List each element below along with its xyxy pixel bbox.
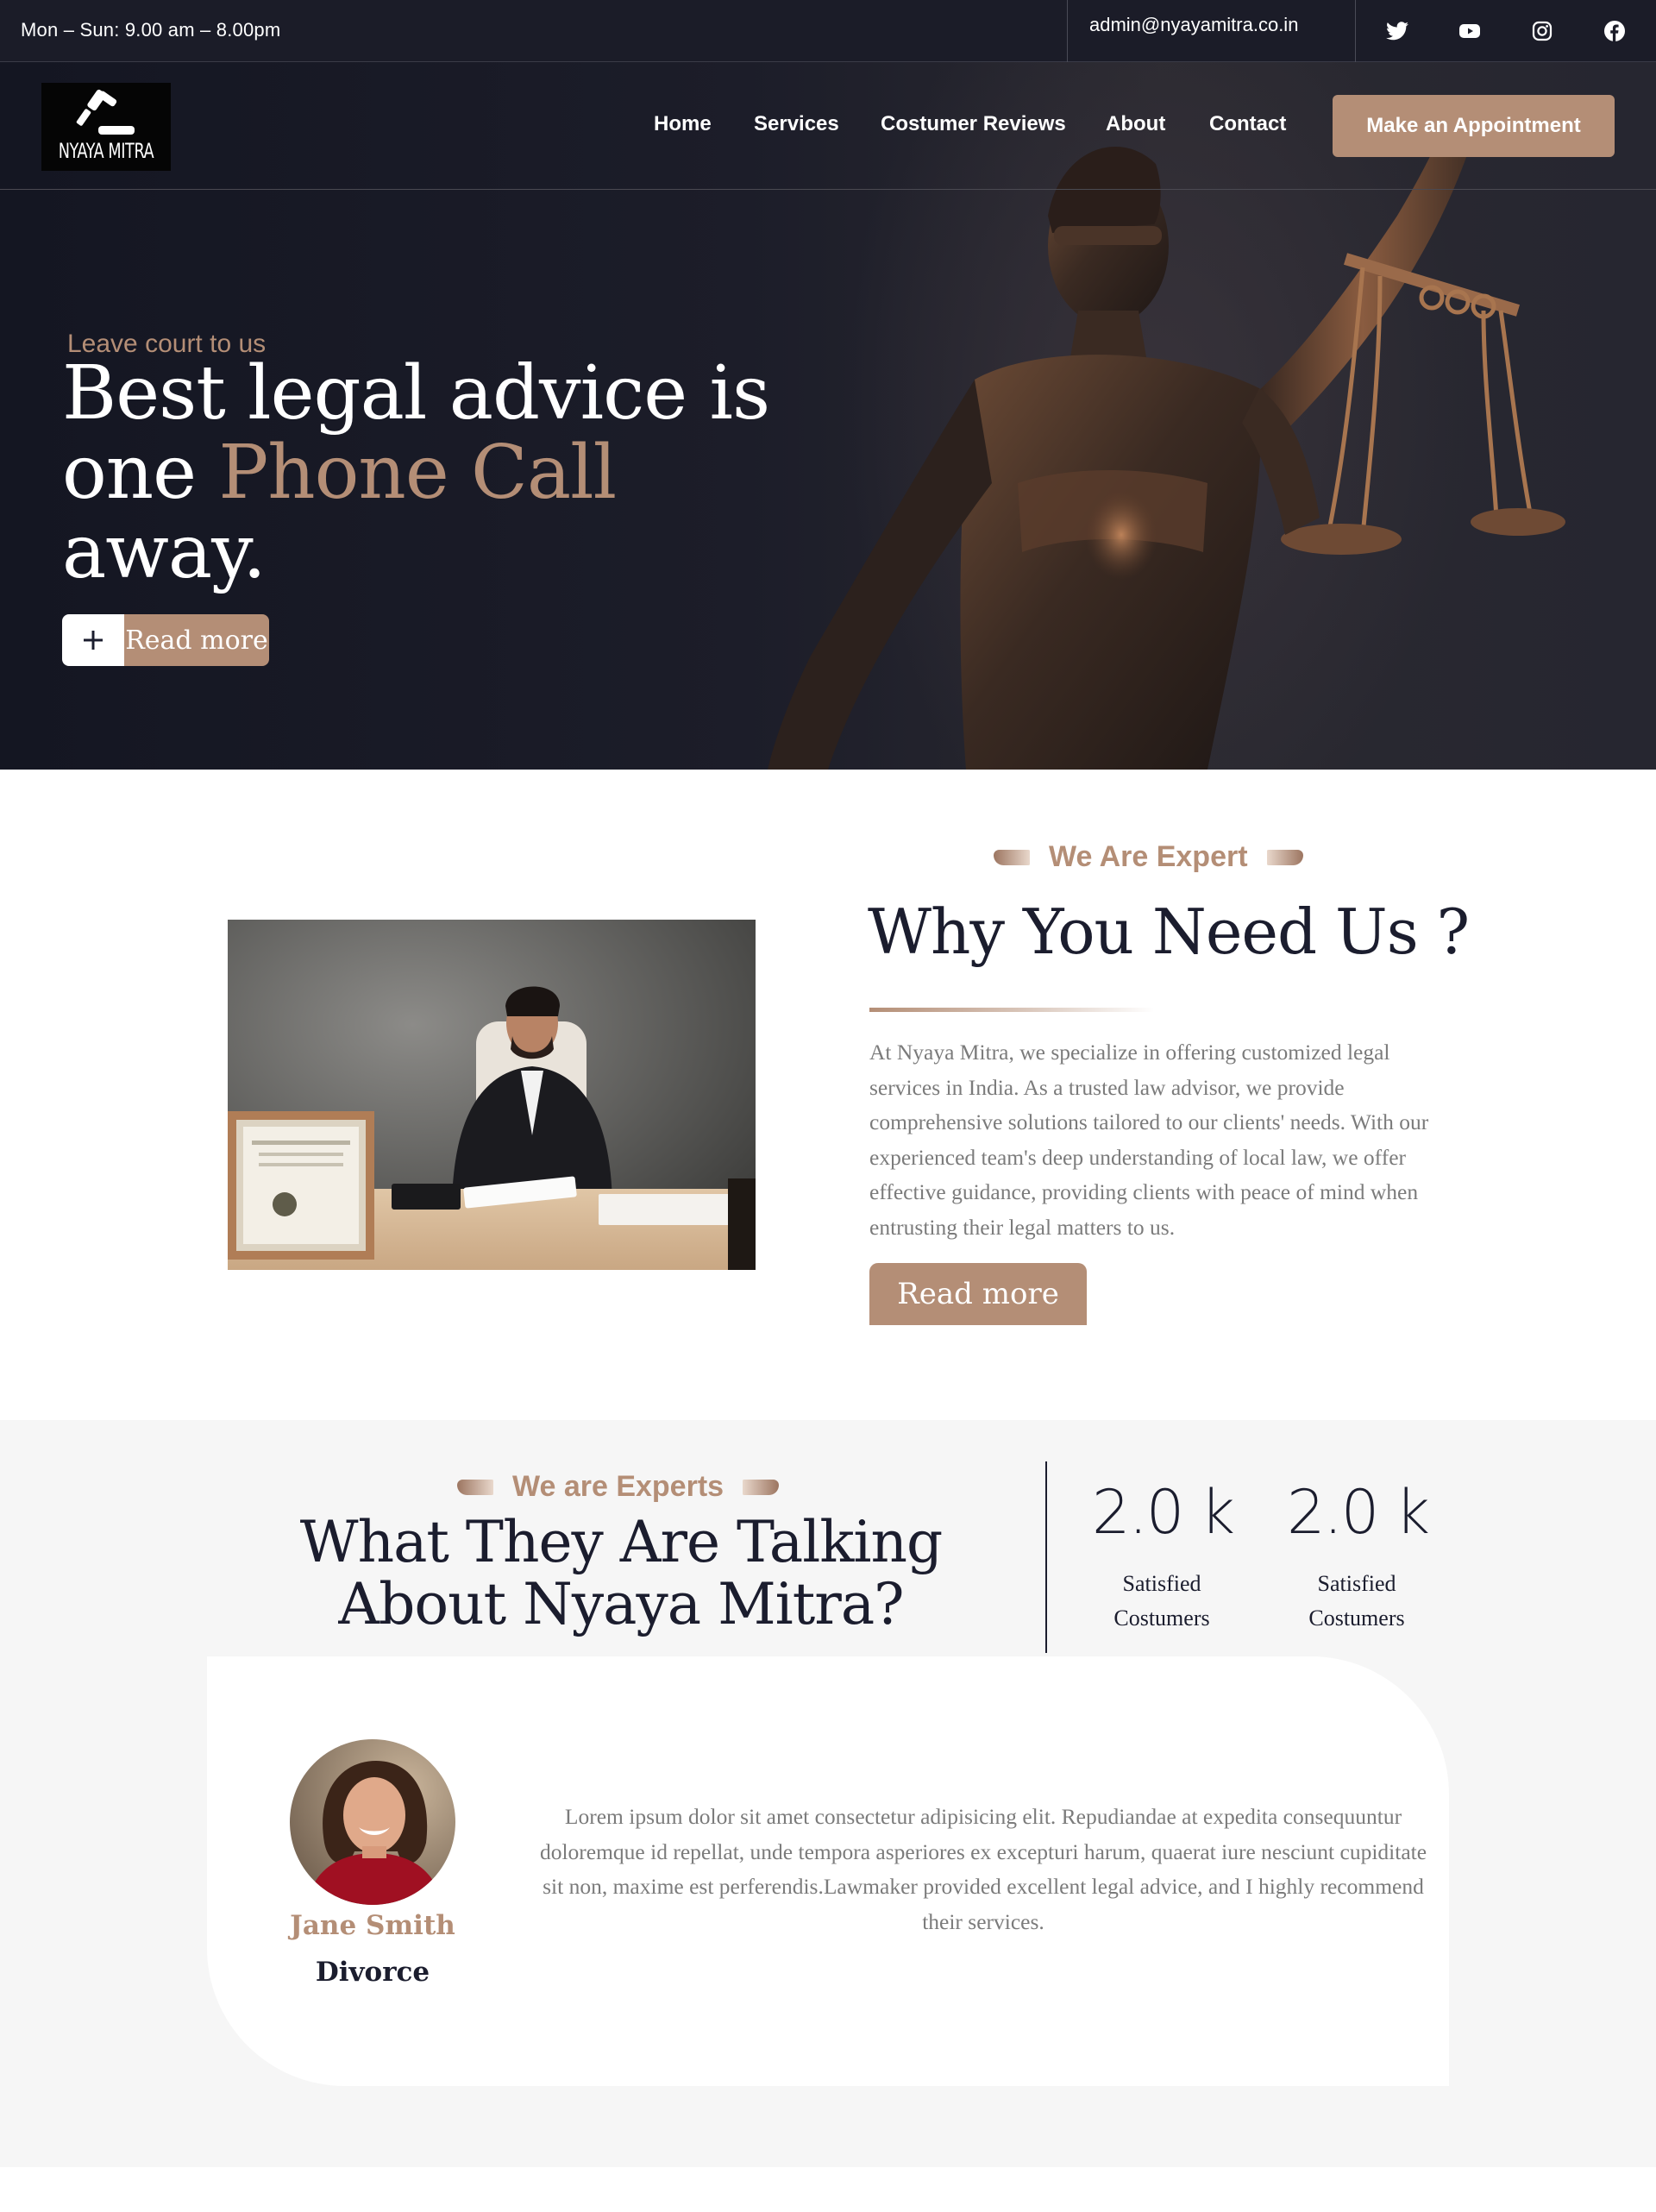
review-quote: Lorem ipsum dolor sit amet consectetur a…	[539, 1804, 1427, 1934]
hero-read-more-button[interactable]: Read more	[62, 614, 269, 666]
hero-title: Best legal advice is one Phone Call away…	[62, 354, 838, 592]
email-container: admin@nyayamitra.co.in	[1067, 0, 1356, 62]
nav-services[interactable]: Services	[754, 112, 839, 136]
nav-contact[interactable]: Contact	[1209, 112, 1286, 136]
reviewer-name: Jane Smith	[290, 1910, 455, 1941]
contact-email-link[interactable]: admin@nyayamitra.co.in	[1089, 14, 1298, 36]
nav-home[interactable]: Home	[654, 112, 712, 136]
hero-title-accent: Phone Call	[218, 430, 617, 516]
nav-about[interactable]: About	[1106, 112, 1165, 136]
stat-label-1: Satisfied Costumers	[1113, 1571, 1210, 1631]
instagram-icon[interactable]	[1530, 19, 1554, 43]
stat-value-1: 2.0 k	[1091, 1477, 1235, 1548]
reviewer-case-type: Divorce	[315, 1957, 430, 1988]
lawyer-office-photo	[228, 920, 756, 1270]
stat-label-2: Satisfied Costumers	[1308, 1571, 1405, 1631]
why-title: Why You Need Us ?	[868, 895, 1470, 968]
facebook-icon[interactable]	[1603, 19, 1627, 43]
stats-divider	[1045, 1461, 1047, 1653]
opening-hours: Mon – Sun: 9.00 am – 8.00pm	[21, 19, 281, 41]
testimonials-kicker-text: We are Experts	[512, 1470, 724, 1503]
kicker-right-bar	[743, 1479, 780, 1495]
why-body-text: At Nyaya Mitra, we specialize in offerin…	[869, 1040, 1429, 1240]
why-kicker: We Are Expert	[994, 840, 1303, 874]
why-divider-line	[869, 1008, 1154, 1012]
top-bar: Mon – Sun: 9.00 am – 8.00pm admin@nyayam…	[0, 0, 1656, 62]
stat-value-2: 2.0 k	[1286, 1477, 1430, 1548]
logo-text: NYAYA MITRA	[58, 139, 154, 163]
plus-icon	[62, 614, 124, 666]
make-appointment-button[interactable]: Make an Appointment	[1333, 95, 1615, 157]
kicker-left-bar	[994, 849, 1030, 865]
hero-read-more-label: Read more	[124, 614, 269, 666]
reviewer-avatar	[290, 1739, 455, 1905]
gavel-icon	[76, 89, 135, 135]
nyaya-mitra-logo[interactable]: NYAYA MITRA	[41, 83, 171, 171]
hero-title-part2: away.	[62, 509, 267, 595]
kicker-left-bar	[457, 1479, 493, 1495]
youtube-icon[interactable]	[1458, 19, 1482, 43]
testimonials-kicker: We are Experts	[457, 1470, 780, 1504]
testimonials-title: What They Are Talking About Nyaya Mitra?	[299, 1509, 944, 1637]
main-navbar: NYAYA MITRA Home Services Costumer Revie…	[0, 62, 1656, 190]
nav-costumer-reviews[interactable]: Costumer Reviews	[881, 112, 1066, 136]
kicker-right-bar	[1266, 849, 1303, 865]
hero-section: NYAYA MITRA Home Services Costumer Revie…	[0, 0, 1656, 770]
why-read-more-button[interactable]: Read more	[869, 1263, 1087, 1325]
why-kicker-text: We Are Expert	[1049, 840, 1248, 873]
twitter-icon[interactable]	[1385, 19, 1409, 43]
